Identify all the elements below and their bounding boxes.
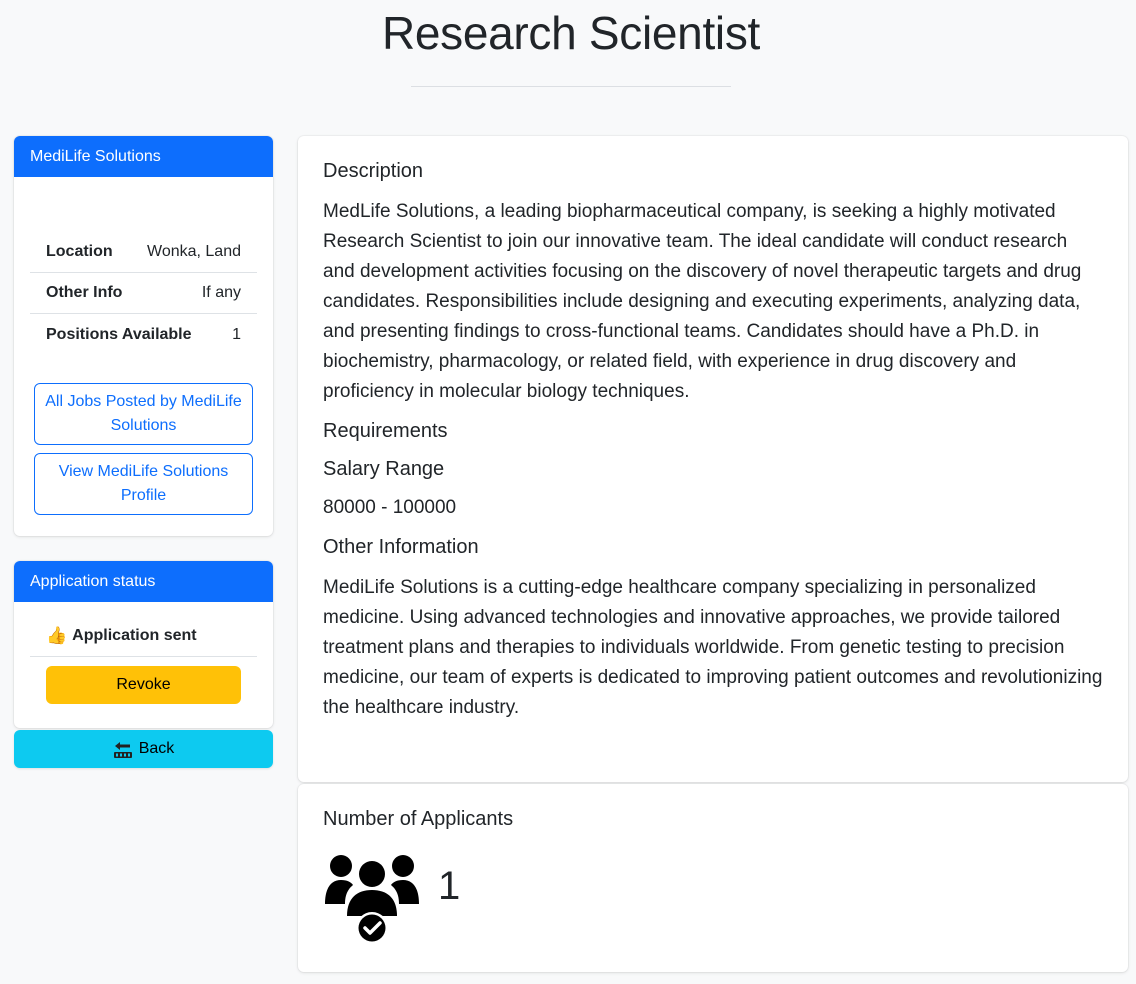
back-button[interactable]: Back: [14, 730, 273, 768]
thumbs-up-icon: 👍: [46, 626, 68, 645]
applicants-count: 1: [438, 864, 461, 908]
job-details-body: Description MedLife Solutions, a leading…: [323, 160, 1103, 723]
status-card-header: Application status: [14, 561, 273, 602]
info-value: Wonka, Land: [147, 243, 241, 260]
info-key: Positions Available: [46, 325, 192, 343]
description-heading: Description: [323, 160, 424, 182]
view-profile-button[interactable]: View MediLife Solutions Profile: [34, 453, 253, 515]
company-card-header: MediLife Solutions: [14, 136, 273, 177]
revoke-button[interactable]: Revoke: [46, 666, 241, 704]
job-detail-page: Research Scientist MediLife Solutions Lo…: [0, 0, 1136, 984]
applicants-heading: Number of Applicants: [323, 808, 514, 830]
description-text: MedLife Solutions, a leading biopharmace…: [323, 201, 1082, 402]
salary-value: 80000 - 100000: [323, 497, 457, 518]
info-value: If any: [201, 284, 241, 301]
other-info-text: MediLife Solutions is a cutting-edge hea…: [323, 577, 1103, 718]
users-check-icon: [325, 855, 419, 944]
job-details-card: Description MedLife Solutions, a leading…: [298, 136, 1128, 782]
salary-heading: Salary Range: [323, 458, 445, 480]
company-info-table: Location Wonka, Land Other Info If any P…: [30, 232, 257, 355]
info-value: 1: [232, 325, 241, 343]
back-button-label: Back: [138, 740, 175, 757]
back-arrow-icon: [113, 742, 132, 758]
info-key: Location: [46, 243, 113, 260]
application-status-row: 👍 Application sent: [30, 616, 257, 657]
info-row-positions-available: Positions Available 1: [30, 314, 257, 355]
info-key: Other Info: [46, 284, 123, 301]
title-divider: [411, 86, 731, 87]
page-title: Research Scientist: [381, 7, 761, 59]
applicants-card: Number of Applicants 1: [298, 784, 1128, 972]
application-status-text: Application sent: [72, 627, 197, 644]
other-info-heading: Other Information: [323, 536, 479, 558]
info-row-location: Location Wonka, Land: [30, 232, 257, 273]
info-row-other-info: Other Info If any: [30, 273, 257, 314]
requirements-heading: Requirements: [323, 420, 448, 442]
all-jobs-button[interactable]: All Jobs Posted by MediLife Solutions: [34, 383, 253, 445]
